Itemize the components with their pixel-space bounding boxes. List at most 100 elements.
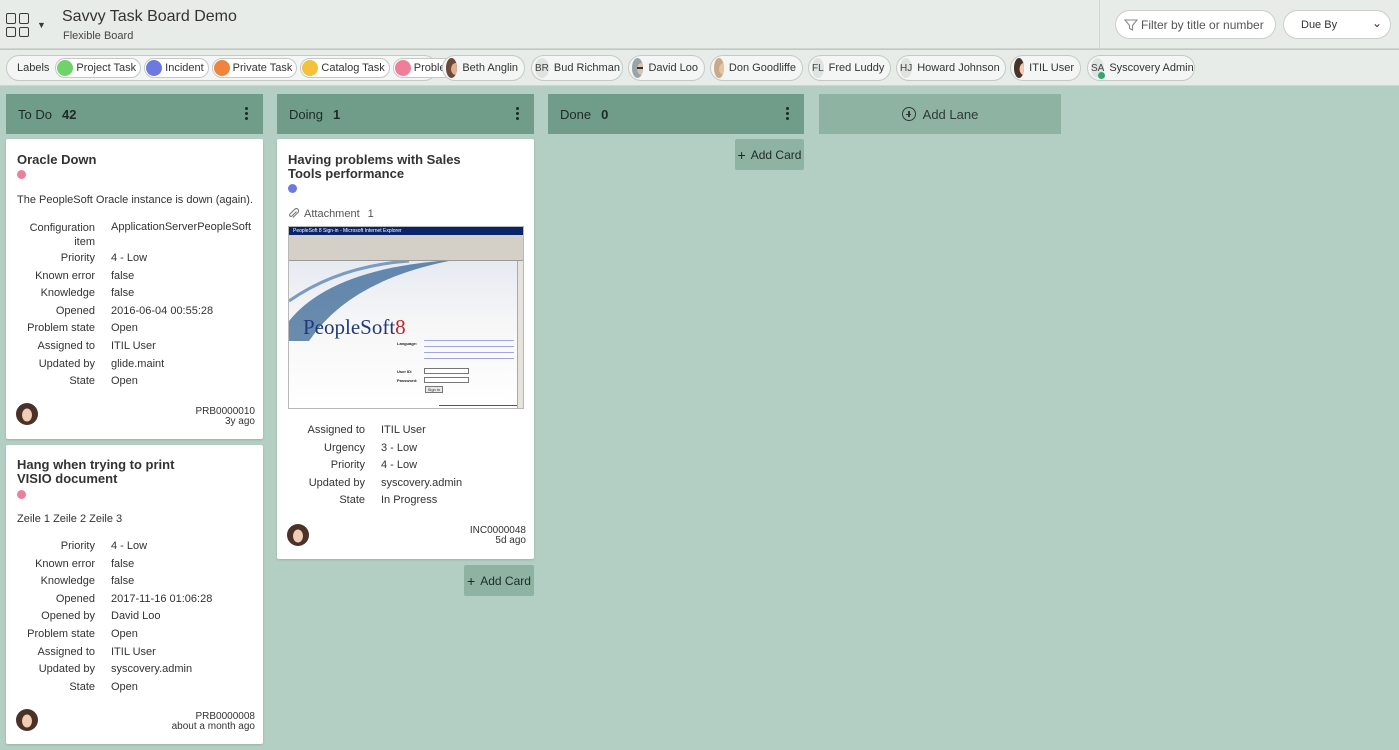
lane-menu-icon[interactable] [516,107,520,121]
field-key: Priority [60,252,95,264]
avatar-initials: SA [1091,58,1106,79]
label-chip-private-task[interactable]: Private Task [211,58,298,78]
filter-input[interactable] [1141,16,1271,34]
card-title-line: Having problems with Sales [288,152,461,167]
person-name: Bud Richman [553,62,620,74]
thumb-password-box [424,377,469,383]
label-text: Incident [165,62,204,74]
catalog-task-color-dot [302,60,319,76]
field-key: Assigned to [307,424,365,436]
card-inc0000048[interactable]: Having problems with Sales Tools perform… [277,139,534,559]
thumb-language-label: Language: [397,341,418,346]
card-title-line: Hang when trying to print [17,457,175,472]
add-card-label: Add Card [750,147,802,162]
person-filter-itil-user[interactable]: ITIL User [1010,55,1081,81]
label-chip-catalog-task[interactable]: Catalog Task [300,58,390,78]
app-header: ▼ Savvy Task Board Demo Flexible Board D… [0,0,1399,49]
field-value: 3 - Low [381,441,418,454]
add-lane-label: Add Lane [922,106,979,122]
assignee-avatar[interactable] [16,403,38,425]
card-number-block: PRB0000010 3y ago [196,407,256,427]
field-value: Open [111,322,138,335]
add-lane-button[interactable]: Add Lane [819,94,1061,134]
field-value: Open [111,375,138,388]
lane-name: Done [560,107,592,122]
assignee-avatar[interactable] [287,524,309,546]
card-prb0000008[interactable]: Hang when trying to print VISIO document… [6,445,263,744]
field-key: Assigned to [37,645,95,658]
field-value: syscovery.admin [111,663,193,676]
label-chip-project-task[interactable]: Project Task [55,58,142,78]
attachment-indicator[interactable]: Attachment 1 [288,208,374,220]
card-title-line: VISIO document [17,471,118,486]
person-filter-beth-anglin[interactable]: Beth Anglin [442,55,525,81]
person-name: Don Goodliffe [728,62,796,74]
add-card-button-done[interactable]: + Add Card [735,139,804,170]
field-value: false [111,557,135,570]
field-key: Updated by [308,476,365,489]
card-title[interactable]: Having problems with Sales Tools perform… [288,153,461,181]
private-task-color-dot [213,60,230,76]
card-title[interactable]: Oracle Down [17,153,96,167]
card-number-block: INC0000048 5d ago [470,526,526,546]
board-title: Savvy Task Board Demo [62,8,237,25]
thumb-password-label: Password: [397,378,418,383]
person-filter-don-goodliffe[interactable]: Don Goodliffe [710,55,803,81]
field-key: Opened by [41,610,95,623]
person-filter-fred-luddy[interactable]: FL Fred Luddy [808,55,891,81]
sort-select[interactable]: Due By ⌄ [1283,10,1391,39]
problem-label-dot [17,490,26,499]
attachment-count: 1 [367,208,374,220]
lane-name: Doing [289,107,323,122]
avatar [1014,58,1025,78]
person-name: Fred Luddy [828,62,885,74]
field-key: State [339,494,365,507]
person-filter-howard-johnson[interactable]: HJ Howard Johnson [896,55,1006,81]
field-value: false [111,287,135,300]
lane-count: 1 [332,107,341,122]
card-description: Zeile 1 Zeile 2 Zeile 3 [17,513,123,525]
person-name: ITIL User [1029,62,1074,74]
card-prb0000010[interactable]: Oracle Down The PeopleSoft Oracle instan… [6,139,263,439]
thumb-userid-box [424,368,469,374]
attachment-label: Attachment [304,208,360,220]
field-key: State [69,375,95,388]
field-value: Open [111,680,138,693]
field-value: 4 - Low [111,540,148,552]
field-key: Configuration item [29,222,95,248]
app-switcher-button[interactable]: ▼ [6,12,46,38]
person-filter-bud-richman[interactable]: BR Bud Richman [531,55,623,81]
card-description: The PeopleSoft Oracle instance is down (… [17,194,254,206]
thumb-brand: PeopleSoft8 [303,315,406,340]
field-value: ITIL User [381,424,426,436]
field-key: Problem state [27,322,95,335]
avatar-initials: BR [535,58,549,78]
card-title[interactable]: Hang when trying to print VISIO document [17,458,174,486]
plus-icon: + [737,146,746,163]
assignee-avatar[interactable] [16,709,38,731]
lane-menu-icon[interactable] [245,107,249,121]
field-value: ApplicationServerPeopleSoft [111,221,252,233]
field-value: ITIL User [111,339,156,352]
thumb-language-links [424,340,514,362]
field-key: Opened [55,304,95,317]
field-value: In Progress [381,494,438,507]
lane-menu-icon[interactable] [786,107,790,121]
attachment-thumbnail[interactable]: PeopleSoft 8 Sign-in - Microsoft Interne… [288,226,524,409]
field-key: Known error [35,557,95,570]
avatar [714,58,724,78]
person-name: Beth Anglin [462,62,518,74]
plus-icon: + [467,572,476,589]
label-chip-incident[interactable]: Incident [144,58,209,78]
add-card-button-doing[interactable]: + Add Card [464,565,534,596]
incident-label-dot [288,184,297,193]
filter-field[interactable] [1115,10,1276,39]
thumb-footer-line [439,405,519,406]
avatar [446,58,458,78]
field-key: Opened [55,592,95,605]
person-filter-david-loo[interactable]: David Loo [628,55,705,81]
field-key: Problem state [27,627,95,640]
field-key: Updated by [38,663,95,676]
lane-count: 0 [601,107,609,122]
person-filter-syscovery-admin[interactable]: SA Syscovery Admin [1087,55,1195,81]
